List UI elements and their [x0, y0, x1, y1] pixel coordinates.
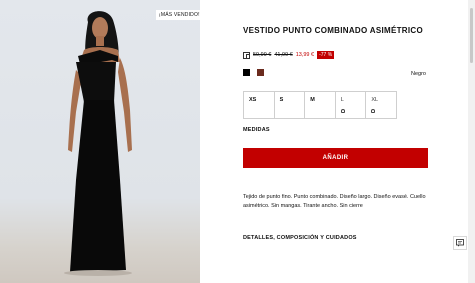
product-image[interactable]: ¡MÁS VENDIDO! [0, 0, 200, 283]
discount-badge: -77 % [317, 51, 335, 59]
size-label: L [340, 97, 344, 103]
size-label: S [279, 97, 284, 103]
color-swatches [243, 69, 264, 76]
bestseller-badge: ¡MÁS VENDIDO! [156, 10, 200, 20]
bell-icon [371, 109, 376, 113]
product-description: Tejido de punto fino. Punto combinado. D… [243, 194, 426, 209]
size-option-l[interactable]: L [336, 92, 367, 118]
color-swatch-brown[interactable] [257, 69, 264, 76]
add-to-cart-button[interactable]: AÑADIR [243, 148, 428, 168]
size-option-xl[interactable]: XL [366, 92, 396, 118]
original-price: 59,99 € [253, 52, 272, 58]
selected-color-name: Negro [411, 71, 426, 77]
current-price: 13,99 € [295, 52, 315, 58]
price-history-icon[interactable] [243, 51, 250, 59]
product-title: VESTIDO PUNTO COMBINADO ASIMÉTRICO [243, 26, 423, 35]
model-illustration [64, 11, 132, 276]
chat-button[interactable] [453, 236, 467, 250]
details-link[interactable]: DETALLES, COMPOSICIÓN Y CUIDADOS [243, 235, 357, 241]
bell-icon [340, 109, 345, 113]
measures-link[interactable]: MEDIDAS [243, 127, 270, 133]
size-label: XS [249, 97, 257, 103]
color-swatch-black[interactable] [243, 69, 250, 76]
chat-icon [456, 239, 464, 247]
scrollbar[interactable] [468, 0, 475, 283]
size-option-s[interactable]: S [275, 92, 306, 118]
size-label: XL [371, 97, 379, 103]
size-option-xs[interactable]: XS [244, 92, 275, 118]
product-info: VESTIDO PUNTO COMBINADO ASIMÉTRICO 59,99… [243, 0, 428, 283]
size-option-m[interactable]: M [305, 92, 336, 118]
scrollbar-thumb[interactable] [470, 8, 473, 63]
price-row: 59,99 € 41,99 € 13,99 € -77 % [243, 50, 335, 60]
previous-price: 41,99 € [274, 52, 293, 58]
product-page: ¡MÁS VENDIDO! VESTIDO PUNTO COMBINADO AS… [0, 0, 475, 283]
size-label: M [310, 97, 315, 103]
size-selector: XS S M L XL [243, 91, 397, 119]
